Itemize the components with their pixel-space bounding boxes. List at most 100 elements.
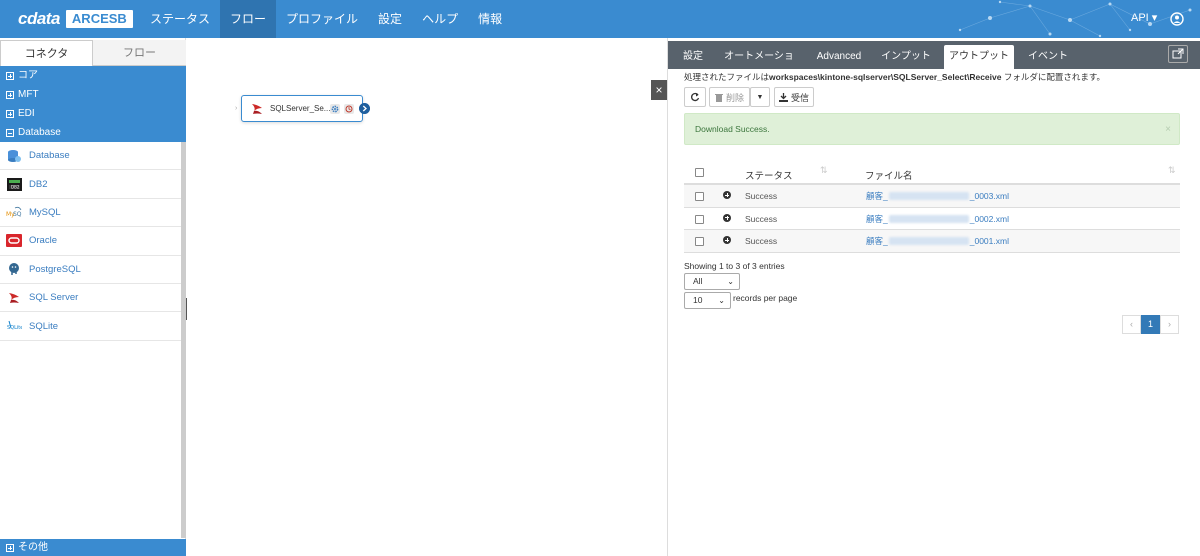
- delete-button[interactable]: 削除: [709, 87, 750, 107]
- records-per-page-label: records per page: [733, 293, 798, 303]
- sort-icon[interactable]: ⇅: [820, 165, 828, 176]
- connector-database[interactable]: Database: [0, 142, 181, 171]
- delete-label: 削除: [725, 92, 744, 103]
- download-icon: [778, 92, 788, 102]
- flow-node-sqlserver[interactable]: › SQLServer_Se...: [235, 95, 370, 122]
- expand-row-icon[interactable]: [723, 191, 731, 199]
- table-row[interactable]: Success 顧客_ _0001.xml: [684, 230, 1180, 253]
- category-other[interactable]: その他: [0, 539, 186, 556]
- category-core[interactable]: コア: [0, 66, 186, 85]
- table-row[interactable]: Success 顧客_ _0003.xml: [684, 185, 1180, 208]
- top-navbar: cdata ARCESB ステータス フロー プロファイル 設定 ヘルプ 情報 …: [0, 0, 1200, 38]
- success-alert: Download Success. ×: [684, 113, 1180, 145]
- table-row[interactable]: Success 顧客_ _0002.xml: [684, 208, 1180, 230]
- alert-close-button[interactable]: ×: [1165, 114, 1171, 145]
- popout-button[interactable]: [1168, 45, 1188, 63]
- delete-options-dropdown[interactable]: ▼: [750, 87, 770, 107]
- connector-oracle[interactable]: Oracle: [0, 227, 181, 256]
- nav-profile[interactable]: プロファイル: [276, 0, 368, 38]
- row-filename-link[interactable]: 顧客_ _0002.xml: [866, 208, 1009, 230]
- category-edi[interactable]: EDI: [0, 104, 186, 123]
- external-link-icon: [1172, 48, 1184, 59]
- next-page-button[interactable]: ›: [1160, 315, 1179, 334]
- row-filename-link[interactable]: 顧客_ _0001.xml: [866, 230, 1009, 252]
- category-label: コア: [18, 70, 38, 81]
- column-header-filename[interactable]: ファイル名: [865, 168, 913, 182]
- page-button-1[interactable]: 1: [1141, 315, 1160, 334]
- row-status: Success: [745, 213, 778, 224]
- input-port-icon[interactable]: ›: [235, 105, 237, 112]
- expand-row-icon[interactable]: [723, 213, 731, 222]
- sqlite-icon: SQLite: [6, 319, 22, 333]
- output-folder-path: workspaces\kintone-sqlserver\SQLServer_S…: [769, 72, 1002, 82]
- svg-text:SQL: SQL: [13, 211, 22, 218]
- api-dropdown[interactable]: API ▾: [1131, 0, 1157, 38]
- close-panel-button[interactable]: ×: [651, 80, 667, 100]
- tab-output[interactable]: アウトプット: [944, 45, 1014, 69]
- select-all-checkbox[interactable]: [695, 168, 704, 177]
- connector-sqlserver[interactable]: SQL Server: [0, 284, 181, 313]
- file-prefix: 顧客_: [866, 236, 888, 246]
- receive-button[interactable]: 受信: [774, 87, 814, 107]
- refresh-button[interactable]: [684, 87, 706, 107]
- clock-icon[interactable]: [344, 104, 354, 114]
- connector-sidebar: コネクタ フロー コア MFT EDI Database Database DB…: [0, 38, 186, 556]
- row-checkbox[interactable]: [695, 192, 704, 201]
- trash-icon: [714, 93, 723, 102]
- nav-info[interactable]: 情報: [468, 0, 512, 38]
- category-label: MFT: [18, 89, 39, 100]
- connector-settings-panel: 設定 オートメーション Advanced インプット アウトプット イベント 処…: [667, 38, 1200, 556]
- nav-status[interactable]: ステータス: [140, 0, 220, 38]
- oracle-icon: [6, 234, 22, 248]
- connector-sqlite[interactable]: SQLite SQLite: [0, 312, 181, 341]
- category-list: コア MFT EDI Database: [0, 66, 186, 142]
- nav-help[interactable]: ヘルプ: [412, 0, 468, 38]
- connector-label: SQL Server: [29, 292, 79, 304]
- row-filename-link[interactable]: 顧客_ _0003.xml: [866, 185, 1009, 207]
- page-size-select[interactable]: 10 ⌄: [684, 292, 731, 309]
- sort-icon[interactable]: ⇅: [1168, 165, 1176, 176]
- connector-label: SQLite: [29, 320, 59, 332]
- row-checkbox[interactable]: [695, 214, 704, 224]
- category-mft[interactable]: MFT: [0, 85, 186, 104]
- redacted-text: [888, 237, 969, 245]
- svg-text:SQLite: SQLite: [7, 325, 22, 331]
- tab-connectors[interactable]: コネクタ: [0, 40, 93, 66]
- sqlserver-icon: [6, 291, 22, 305]
- row-status: Success: [745, 191, 778, 201]
- nav-settings[interactable]: 設定: [368, 0, 412, 38]
- expand-row-icon[interactable]: [723, 236, 731, 244]
- app-logo[interactable]: cdata ARCESB: [18, 10, 133, 28]
- category-label: EDI: [18, 108, 35, 119]
- panel-tabs: 設定 オートメーション Advanced インプット アウトプット イベント: [668, 41, 1200, 86]
- column-header-status[interactable]: ステータス: [745, 168, 793, 182]
- connector-db2[interactable]: DB2 DB2: [0, 170, 181, 199]
- row-checkbox[interactable]: [695, 237, 704, 246]
- tab-automation[interactable]: オートメーション: [720, 45, 798, 86]
- sidebar-scrollbar[interactable]: [181, 142, 186, 538]
- category-database[interactable]: Database: [0, 123, 186, 142]
- flow-canvas[interactable]: › SQLServer_Se...: [187, 38, 666, 556]
- category-label: Database: [18, 127, 61, 138]
- connector-mysql[interactable]: MySQL MySQL: [0, 199, 181, 228]
- path-prefix: 処理されたファイルは: [684, 72, 770, 82]
- tab-settings[interactable]: 設定: [676, 45, 710, 69]
- output-port-icon[interactable]: [359, 103, 370, 114]
- tab-flows[interactable]: フロー: [93, 40, 186, 66]
- user-circle-icon[interactable]: [1170, 12, 1184, 26]
- tab-advanced[interactable]: Advanced: [810, 45, 868, 69]
- connector-label: PostgreSQL: [29, 263, 81, 275]
- tab-input[interactable]: インプット: [876, 45, 936, 69]
- chevron-down-icon: ⌄: [727, 277, 734, 286]
- file-prefix: 顧客_: [866, 213, 888, 224]
- output-path-info: 処理されたファイルはworkspaces\kintone-sqlserver\S…: [684, 71, 1105, 83]
- connector-postgresql[interactable]: PostgreSQL: [0, 256, 181, 284]
- tab-events[interactable]: イベント: [1020, 45, 1076, 69]
- svg-text:DB2: DB2: [11, 184, 20, 189]
- prev-page-button[interactable]: ‹: [1122, 315, 1141, 334]
- gear-icon[interactable]: [330, 104, 340, 114]
- nav-flow[interactable]: フロー: [220, 0, 277, 38]
- connector-label: Database: [29, 150, 70, 162]
- sidebar-tabs: コネクタ フロー: [0, 40, 186, 66]
- filter-select[interactable]: All ⌄: [684, 273, 740, 290]
